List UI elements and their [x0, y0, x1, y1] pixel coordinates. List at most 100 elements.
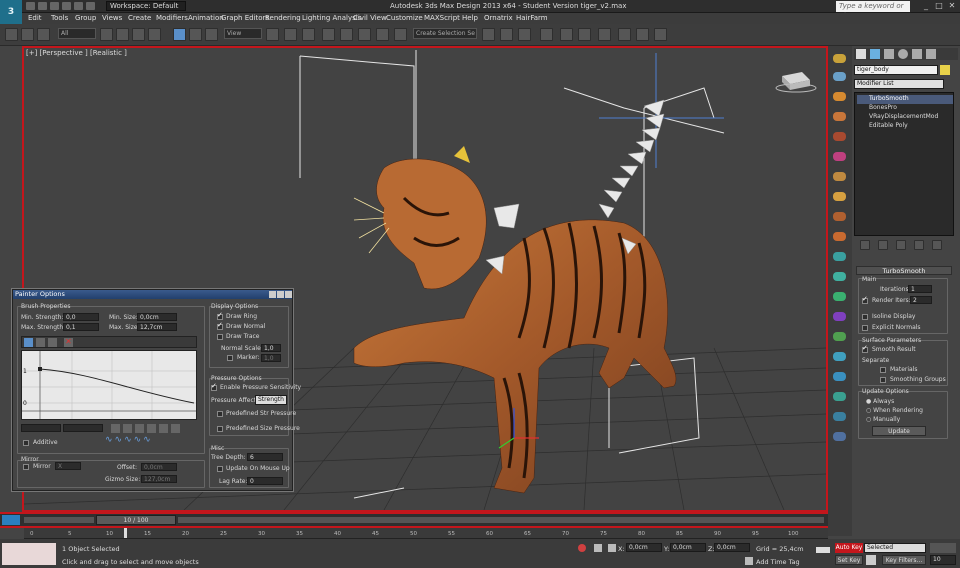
- menu-maxscript[interactable]: MAXScript: [424, 14, 460, 22]
- menu-hairfarm[interactable]: HairFarm: [516, 14, 548, 22]
- edit-guides-icon[interactable]: [833, 432, 846, 441]
- isoline-checkbox[interactable]: [862, 314, 868, 320]
- offset-field[interactable]: 0,0cm: [141, 463, 177, 471]
- curve-scroll-field-2[interactable]: [63, 424, 103, 432]
- curve-scroll-field[interactable]: [21, 424, 61, 432]
- guides-icon[interactable]: [833, 92, 846, 101]
- falloff-curve-graph[interactable]: [21, 350, 197, 420]
- snaps-toggle-icon[interactable]: [322, 28, 335, 41]
- scale-point-icon[interactable]: [36, 338, 45, 347]
- menu-graph-editors[interactable]: Graph Editors: [221, 14, 269, 22]
- render-production-icon[interactable]: [654, 28, 667, 41]
- zoom-region-icon[interactable]: [171, 424, 180, 433]
- spinner-snap-icon[interactable]: [376, 28, 389, 41]
- menu-civil-view[interactable]: Civil View: [353, 14, 387, 22]
- update-button[interactable]: Update: [872, 426, 926, 436]
- stack-item-vraydisplacement[interactable]: VRayDisplacementMod: [857, 113, 953, 122]
- move-point-icon[interactable]: [24, 338, 33, 347]
- remove-modifier-icon[interactable]: [914, 240, 924, 250]
- rectangular-selection-icon[interactable]: [132, 28, 145, 41]
- time-slider-track-right[interactable]: [178, 517, 824, 523]
- menu-ornatrix[interactable]: Ornatrix: [484, 14, 513, 22]
- y-coordinate-field[interactable]: 0,0cm: [670, 543, 706, 552]
- mini-curve-editor-icon[interactable]: [2, 515, 20, 525]
- open-icon[interactable]: [38, 2, 47, 10]
- playback-controls[interactable]: [930, 543, 956, 553]
- hold-icon[interactable]: [86, 2, 95, 10]
- redo-icon[interactable]: [74, 2, 83, 10]
- render-iters-checkbox[interactable]: [862, 295, 868, 304]
- minimize-icon[interactable]: _: [921, 1, 931, 11]
- modify-tab-icon[interactable]: [870, 49, 880, 59]
- braid-icon[interactable]: [833, 192, 846, 201]
- menu-rendering[interactable]: Rendering: [265, 14, 301, 22]
- time-slider-thumb[interactable]: 10 / 100: [96, 515, 176, 525]
- enable-pressure-checkbox[interactable]: [211, 382, 217, 391]
- maximize-icon[interactable]: □: [934, 1, 944, 11]
- lag-rate-field[interactable]: 0: [247, 477, 283, 485]
- mesh-from-strands-icon[interactable]: [833, 312, 846, 321]
- menu-tools[interactable]: Tools: [51, 14, 68, 22]
- x-coordinate-field[interactable]: 0,0cm: [626, 543, 662, 552]
- length-icon[interactable]: [833, 212, 846, 221]
- cache-icon[interactable]: [833, 372, 846, 381]
- detail-icon[interactable]: [833, 272, 846, 281]
- select-by-name-icon[interactable]: [116, 28, 129, 41]
- gravity-icon[interactable]: [833, 232, 846, 241]
- object-color-swatch[interactable]: [940, 65, 950, 75]
- menu-create[interactable]: Create: [128, 14, 151, 22]
- pin-stack-icon[interactable]: [860, 240, 870, 250]
- menu-views[interactable]: Views: [102, 14, 122, 22]
- render-settings-icon[interactable]: [833, 332, 846, 341]
- painter-title-bar[interactable]: Painter Options: [13, 290, 292, 299]
- menu-modifiers[interactable]: Modifiers: [156, 14, 188, 22]
- zoom-icon[interactable]: [159, 424, 168, 433]
- align-icon[interactable]: [500, 28, 513, 41]
- min-strength-field[interactable]: 0,0: [63, 313, 99, 321]
- marker-checkbox[interactable]: [227, 355, 233, 361]
- marker-field[interactable]: 1,0: [261, 354, 281, 362]
- time-tag-icon[interactable]: [745, 557, 753, 565]
- menu-help[interactable]: Help: [462, 14, 478, 22]
- delete-point-icon[interactable]: ✕: [64, 338, 73, 347]
- keyboard-shortcut-icon[interactable]: [302, 28, 315, 41]
- workspace-dropdown[interactable]: Workspace: Default: [106, 1, 186, 11]
- draw-trace-checkbox[interactable]: [217, 334, 223, 340]
- max-strength-field[interactable]: 0,1: [63, 323, 99, 331]
- normal-scale-field[interactable]: 1,0: [261, 344, 281, 352]
- viewcube-icon[interactable]: [775, 72, 817, 93]
- key-filter-selection-dropdown[interactable]: Selected: [864, 543, 926, 553]
- absolute-mode-icon[interactable]: [608, 544, 616, 552]
- add-time-tag[interactable]: Add Time Tag: [756, 558, 800, 566]
- zoom-horizontal-icon[interactable]: [135, 424, 144, 433]
- current-frame-field[interactable]: 10: [930, 555, 956, 565]
- hierarchy-tab-icon[interactable]: [884, 49, 894, 59]
- layer-manager-icon[interactable]: [518, 28, 531, 41]
- frizz-icon[interactable]: [833, 152, 846, 161]
- bind-space-warp-icon[interactable]: [37, 28, 50, 41]
- motion-tab-icon[interactable]: [898, 49, 908, 59]
- surface-comb-icon[interactable]: [833, 292, 846, 301]
- always-radio[interactable]: ● Always: [866, 398, 894, 405]
- save-icon[interactable]: [50, 2, 59, 10]
- menu-animation[interactable]: Animation: [188, 14, 224, 22]
- named-selection-set-dropdown[interactable]: Create Selection Se: [413, 28, 477, 39]
- object-name-field[interactable]: tiger_body: [854, 65, 938, 75]
- zoom-vertical-icon[interactable]: [147, 424, 156, 433]
- predefined-str-checkbox[interactable]: [217, 411, 223, 417]
- window-crossing-icon[interactable]: [148, 28, 161, 41]
- key-mode-icon[interactable]: [816, 547, 830, 553]
- configure-modifier-sets-icon[interactable]: [932, 240, 942, 250]
- show-end-result-icon[interactable]: [878, 240, 888, 250]
- stack-item-bonespro[interactable]: BonesPro: [857, 104, 953, 113]
- hair-from-mesh-icon[interactable]: [833, 412, 846, 421]
- auto-key-button[interactable]: Auto Key: [835, 543, 863, 553]
- unlink-icon[interactable]: [21, 28, 34, 41]
- ornatrix-icon[interactable]: [833, 54, 846, 63]
- gizmo-size-field[interactable]: 127,0cm: [141, 475, 177, 483]
- turbosmooth-rollout-title[interactable]: TurboSmooth: [856, 266, 952, 275]
- manually-radio[interactable]: ○ Manually: [866, 416, 900, 423]
- set-keys-icon[interactable]: [866, 555, 876, 565]
- track-bar-ruler[interactable]: 0 5 10 15 20 25 30 35 40 45 50 55 60 65 …: [24, 528, 828, 539]
- utilities-tab-icon[interactable]: [926, 49, 936, 59]
